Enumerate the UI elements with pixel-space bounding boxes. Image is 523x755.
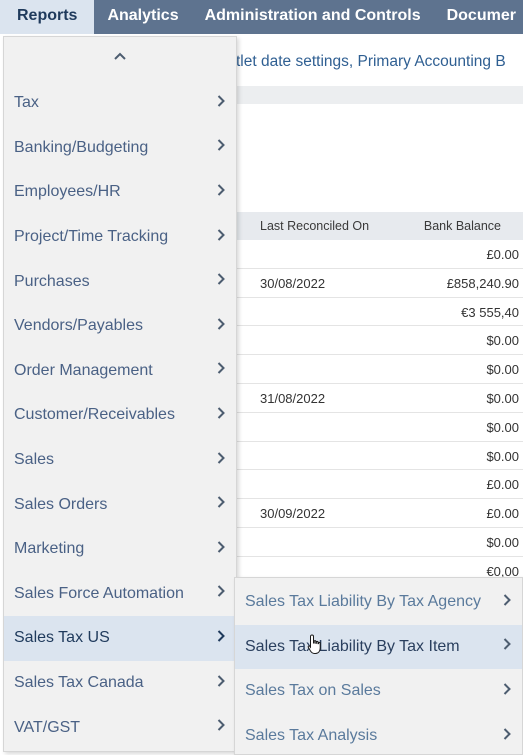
table-row: €3 555,40	[236, 298, 523, 327]
chevron-right-icon	[206, 94, 236, 113]
chevron-right-icon	[206, 406, 236, 425]
menu-item-order-management[interactable]: Order Management	[4, 349, 236, 394]
menu-item-label: Sales Tax US	[14, 629, 110, 647]
bank-balance-cell: $0.00	[486, 362, 519, 378]
top-nav: Reports Analytics Administration and Con…	[0, 0, 523, 34]
table-row: $0.00	[236, 528, 523, 557]
chevron-right-icon	[206, 183, 236, 202]
chevron-right-icon	[206, 138, 236, 157]
chevron-up-icon[interactable]	[4, 45, 236, 73]
submenu-item-label: Sales Tax Analysis	[245, 727, 378, 745]
menu-item-marketing[interactable]: Marketing	[4, 527, 236, 572]
chevron-right-icon	[206, 361, 236, 380]
table-body: £0.00 30/08/2022 £858,240.90 €3 555,40 $0.00…	[236, 240, 523, 586]
menu-item-label: VAT/GST	[14, 718, 81, 736]
bank-balance-cell: £0.00	[486, 506, 519, 522]
bank-balance-cell: $0.00	[486, 333, 519, 349]
bank-balance-cell: $0.00	[486, 390, 519, 406]
menu-item-project-time-tracking[interactable]: Project/Time Tracking	[4, 215, 236, 260]
table-header: Last Reconciled On Bank Balance	[236, 212, 523, 240]
last-reconciled-cell: 31/08/2022	[260, 390, 326, 406]
table-row: 31/08/2022 $0.00	[236, 384, 523, 413]
chevron-right-icon	[206, 629, 236, 648]
tab-analytics[interactable]: Analytics	[94, 0, 191, 34]
bank-balance-cell: €3 555,40	[461, 304, 519, 320]
notice-text[interactable]: tlet date settings, Primary Accounting B	[236, 53, 506, 71]
bank-balance-cell: $0.00	[486, 448, 519, 464]
chevron-right-icon	[206, 495, 236, 514]
chevron-right-icon	[206, 584, 236, 603]
table-row: £0.00	[236, 470, 523, 500]
bank-accounts-table: Last Reconciled On Bank Balance £0.00 30/…	[236, 212, 523, 586]
menu-item-vat-gst[interactable]: VAT/GST	[4, 705, 236, 750]
column-header-bank-balance[interactable]: Bank Balance	[424, 219, 501, 233]
chevron-right-icon	[206, 674, 236, 693]
submenu-item-sales-tax-liability-by-tax-agency[interactable]: Sales Tax Liability By Tax Agency	[235, 580, 522, 625]
menu-item-label: Project/Time Tracking	[14, 228, 169, 246]
chevron-right-icon	[492, 682, 522, 701]
table-row: 30/08/2022 £858,240.90	[236, 269, 523, 298]
menu-item-banking-budgeting[interactable]: Banking/Budgeting	[4, 126, 236, 171]
menu-item-vendors-payables[interactable]: Vendors/Payables	[4, 304, 236, 349]
menu-item-sales[interactable]: Sales	[4, 438, 236, 483]
bank-balance-cell: £858,240.90	[446, 275, 519, 291]
chevron-right-icon	[206, 718, 236, 737]
menu-item-customer-receivables[interactable]: Customer/Receivables	[4, 393, 236, 438]
tab-reports[interactable]: Reports	[0, 0, 95, 34]
bank-balance-cell: £0.00	[486, 477, 519, 493]
bank-balance-cell: $0.00	[486, 419, 519, 435]
chevron-right-icon	[206, 540, 236, 559]
submenu-item-label: Sales Tax Liability By Tax Agency	[245, 593, 481, 611]
chevron-right-icon	[206, 451, 236, 470]
submenu-item-label: Sales Tax Liability By Tax Item	[245, 637, 460, 655]
sales-tax-us-submenu: Sales Tax Liability By Tax Agency Sales T…	[234, 577, 523, 755]
menu-item-label: Sales	[14, 451, 55, 469]
chevron-right-icon	[206, 272, 236, 291]
menu-item-sales-force-automation[interactable]: Sales Force Automation	[4, 572, 236, 617]
last-reconciled-cell: 30/08/2022	[260, 275, 326, 291]
menu-item-label: Tax	[14, 94, 39, 112]
menu-item-sales-tax-canada[interactable]: Sales Tax Canada	[4, 661, 236, 706]
table-row: $0.00	[236, 413, 523, 442]
menu-item-label: Banking/Budgeting	[14, 138, 149, 156]
submenu-item-label: Sales Tax on Sales	[245, 682, 381, 700]
chevron-right-icon	[206, 317, 236, 336]
menu-item-label: Purchases	[14, 272, 90, 290]
table-row: $0.00	[236, 355, 523, 384]
bank-balance-cell: £0.00	[486, 247, 519, 262]
menu-item-label: Vendors/Payables	[14, 317, 143, 335]
menu-item-sales-orders[interactable]: Sales Orders	[4, 482, 236, 527]
menu-item-label: Order Management	[14, 361, 153, 379]
menu-item-tax[interactable]: Tax	[4, 81, 236, 126]
table-row: $0.00	[236, 326, 523, 356]
table-row: $0.00	[236, 442, 523, 471]
table-row: 30/09/2022 £0.00	[236, 499, 523, 528]
menu-item-label: Marketing	[14, 540, 85, 558]
chevron-right-icon	[492, 593, 522, 612]
menu-item-label: Sales Orders	[14, 495, 108, 513]
submenu-item-sales-tax-liability-by-tax-item[interactable]: Sales Tax Liability By Tax Item	[235, 624, 522, 670]
menu-item-label: Employees/HR	[14, 183, 121, 201]
last-reconciled-cell: 30/09/2022	[260, 506, 326, 522]
menu-item-employees-hr[interactable]: Employees/HR	[4, 170, 236, 215]
chevron-right-icon	[492, 637, 522, 656]
column-header-last-reconciled[interactable]: Last Reconciled On	[260, 219, 369, 233]
bank-balance-cell: $0.00	[486, 534, 519, 550]
chevron-right-icon	[492, 727, 522, 746]
menu-item-sales-tax-us[interactable]: Sales Tax US	[4, 616, 236, 661]
tab-administration-and-controls[interactable]: Administration and Controls	[192, 0, 434, 34]
menu-item-label: Sales Force Automation	[14, 584, 184, 602]
menu-item-label: Sales Tax Canada	[14, 674, 144, 692]
tab-documents[interactable]: Documer	[434, 0, 523, 34]
chevron-right-icon	[206, 228, 236, 247]
menu-item-label: Customer/Receivables	[14, 406, 175, 424]
divider-band	[236, 86, 523, 104]
page-notice-area: tlet date settings, Primary Accounting B	[236, 34, 523, 104]
hand-cursor-icon	[307, 634, 321, 654]
submenu-item-sales-tax-on-sales[interactable]: Sales Tax on Sales	[235, 669, 522, 714]
menu-item-purchases[interactable]: Purchases	[4, 259, 236, 304]
table-row: £0.00	[236, 240, 523, 269]
submenu-item-sales-tax-analysis[interactable]: Sales Tax Analysis	[235, 714, 522, 755]
reports-dropdown-menu: Tax Banking/Budgeting Employees/HR Project/…	[3, 36, 237, 752]
